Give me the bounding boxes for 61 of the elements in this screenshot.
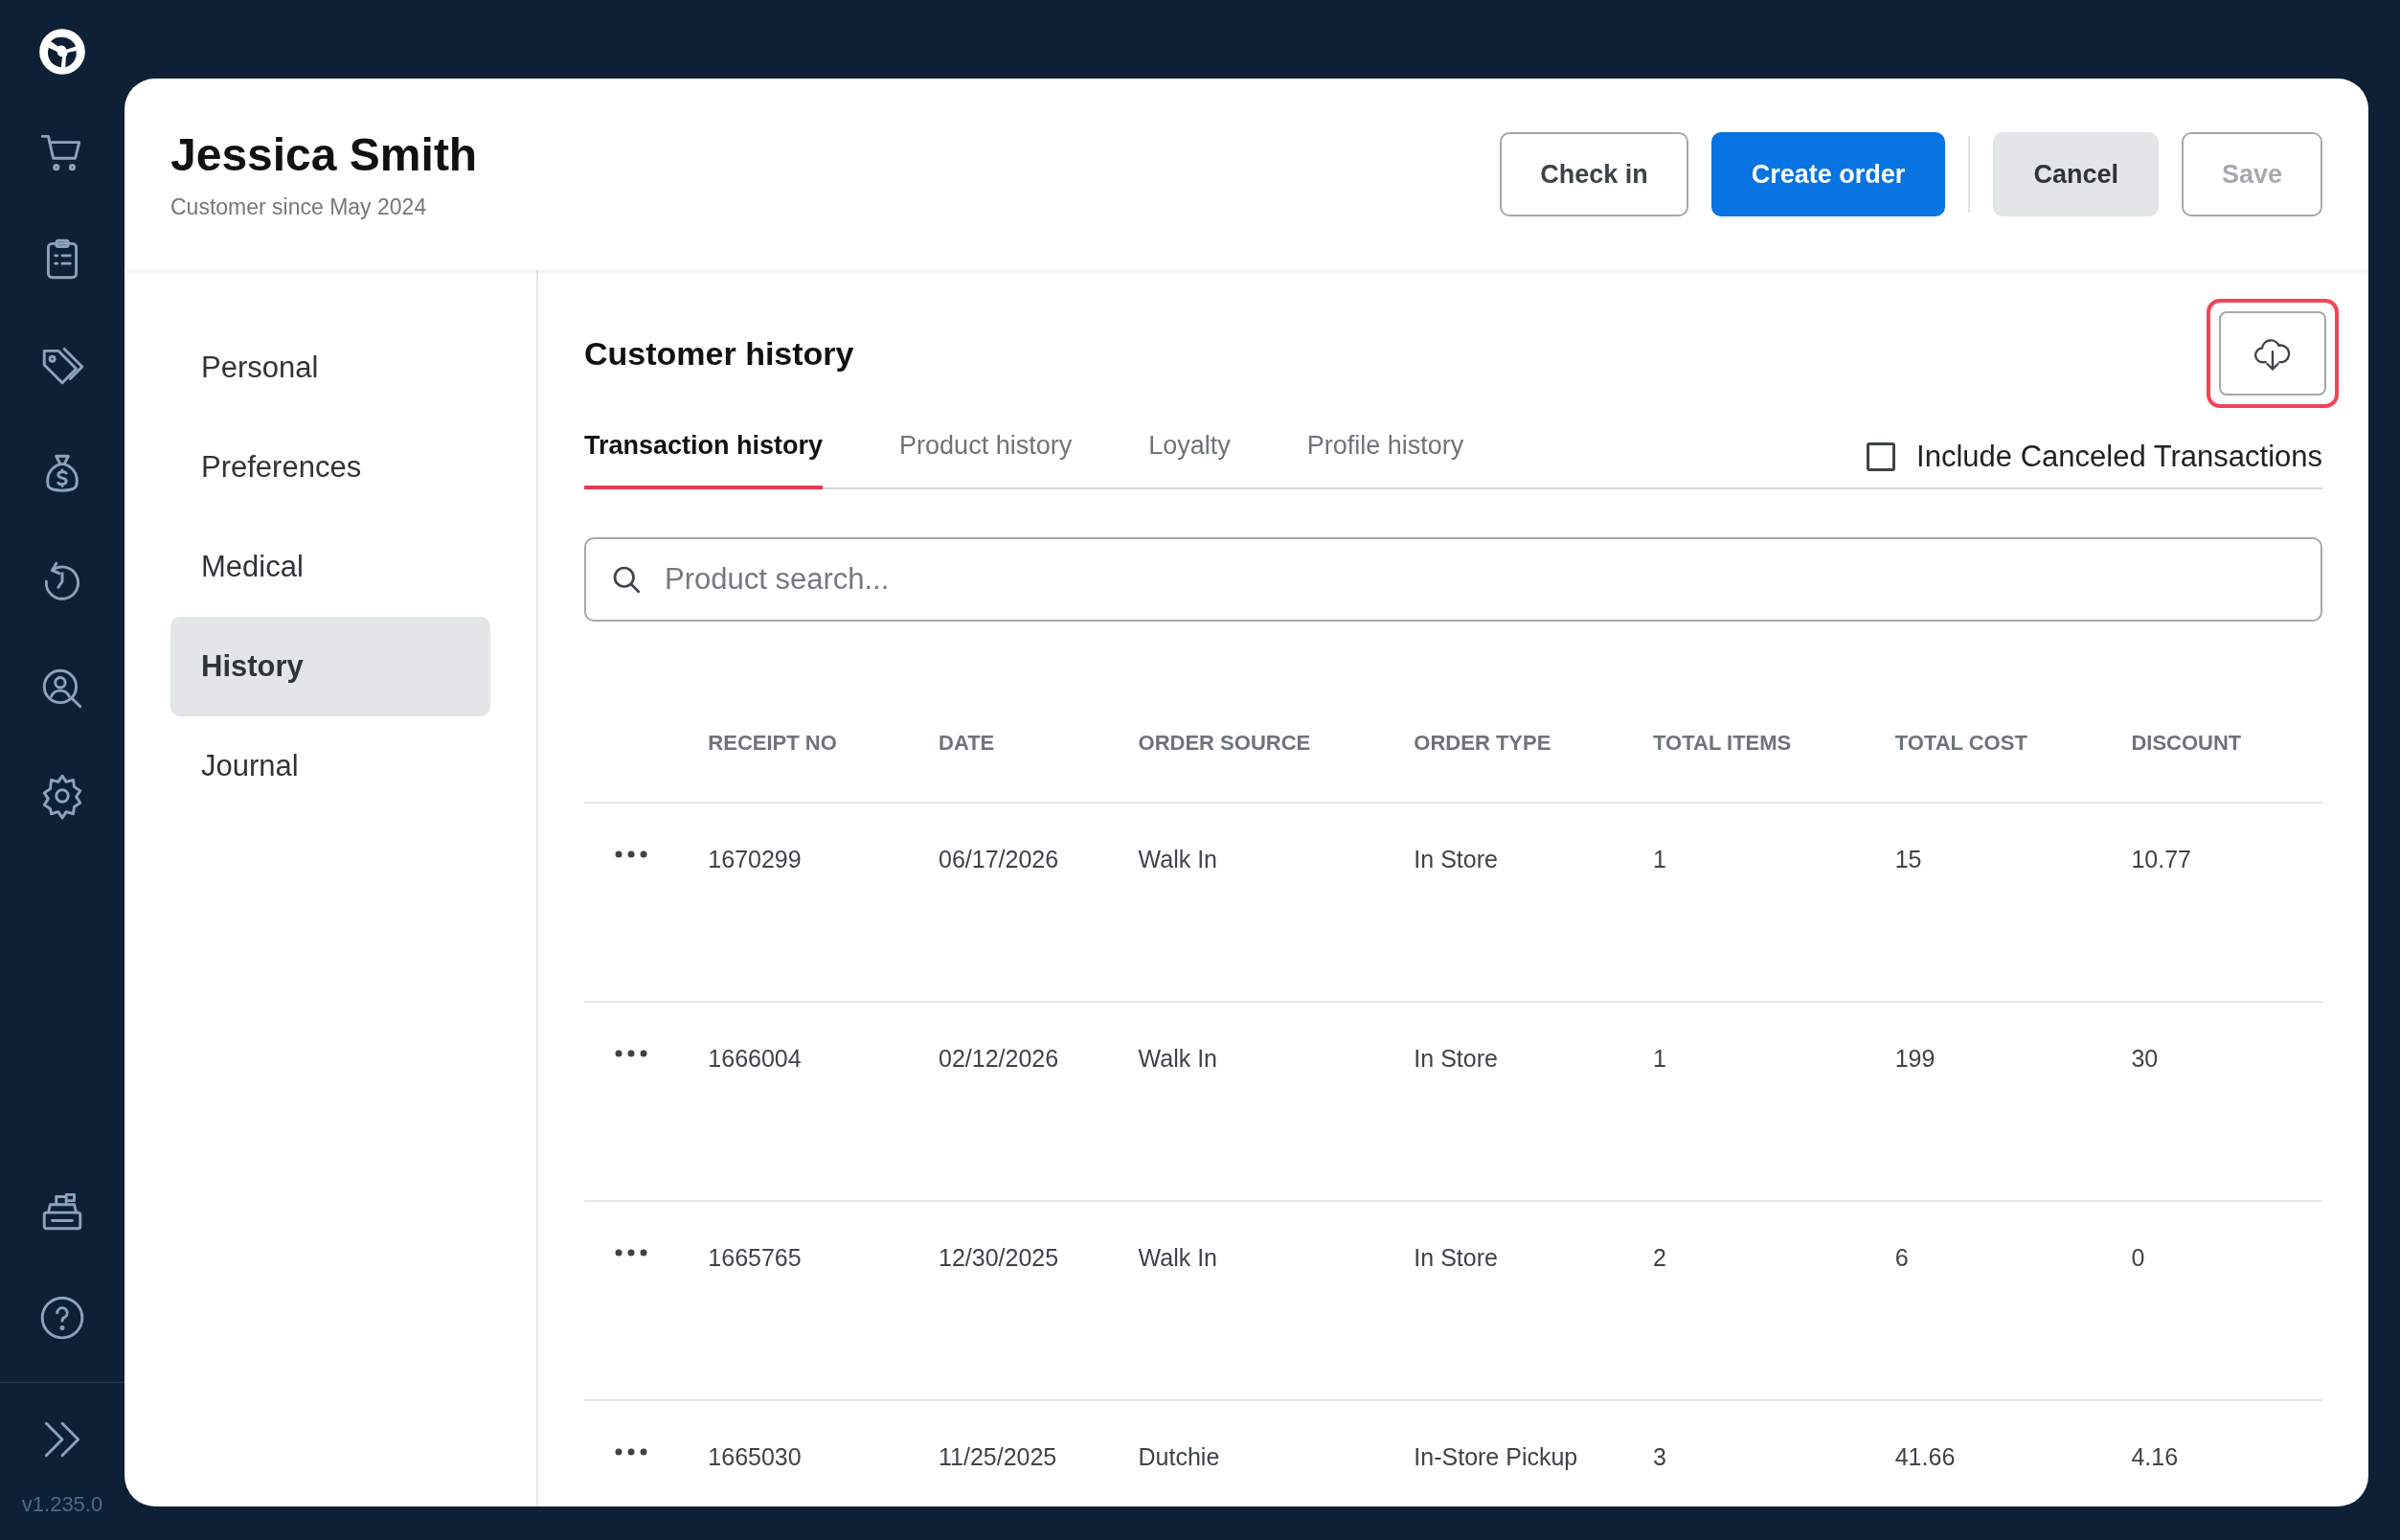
column-header: TOTAL ITEMS (1653, 731, 1792, 755)
table-cell: 06/17/2026 (939, 846, 1059, 872)
column-header: RECEIPT NO (708, 731, 837, 755)
nav-item[interactable]: History (170, 617, 490, 716)
table-cell: 02/12/2026 (939, 1045, 1059, 1072)
table-cell: 0 (2131, 1244, 2145, 1271)
create-order-button[interactable]: Create order (1710, 132, 1946, 216)
nav-item[interactable]: Medical (170, 517, 490, 617)
table-cell: 1 (1653, 846, 1666, 872)
table-cell: 41.66 (1894, 1443, 1956, 1470)
tab[interactable]: Product history (899, 423, 1073, 489)
table-cell: 12/30/2025 (939, 1244, 1059, 1271)
download-button[interactable] (2219, 311, 2326, 396)
customer-name: Jessica Smith (170, 128, 479, 181)
tab[interactable]: Profile history (1306, 423, 1464, 489)
checkbox-label: Include Canceled Transactions (1916, 440, 2322, 474)
nav-item[interactable]: Personal (170, 318, 490, 418)
table-cell: Walk In (1138, 1045, 1217, 1072)
version-label: v1.235.0 (21, 1492, 103, 1517)
table-cell: 6 (1894, 1244, 1909, 1271)
more-icon[interactable] (614, 849, 648, 859)
nav-item[interactable]: Journal (170, 716, 490, 816)
tab[interactable]: Loyalty (1148, 423, 1231, 489)
column-header: ORDER SOURCE (1138, 731, 1311, 755)
table-cell: Walk In (1138, 1244, 1217, 1271)
table-cell: 1666004 (708, 1045, 802, 1072)
nav-item[interactable]: Preferences (170, 418, 490, 517)
table-cell: 2 (1653, 1244, 1666, 1271)
table-cell: 1 (1653, 1045, 1666, 1072)
table-cell: 10.77 (2131, 846, 2191, 872)
more-icon[interactable] (614, 1447, 648, 1457)
tab[interactable]: Transaction history (584, 423, 824, 489)
more-icon[interactable] (614, 1049, 648, 1058)
help-icon[interactable] (38, 1294, 86, 1342)
column-header: TOTAL COST (1894, 731, 2027, 755)
table-cell: 4.16 (2131, 1443, 2179, 1470)
table-cell: 1665030 (708, 1443, 802, 1470)
column-header: ORDER TYPE (1414, 731, 1551, 755)
table-cell: 15 (1894, 846, 1922, 872)
header-button[interactable]: Check in (1500, 132, 1688, 216)
customer-since: Customer since May 2024 (170, 194, 428, 220)
search-field[interactable]: Product search... (584, 537, 2322, 622)
table-cell: 1665765 (708, 1244, 802, 1271)
table-cell: In Store (1414, 1045, 1498, 1072)
table-cell: 11/25/2025 (939, 1443, 1057, 1470)
table-cell: 3 (1653, 1443, 1666, 1470)
logo-icon[interactable] (37, 27, 87, 77)
table-cell: In Store (1414, 1244, 1498, 1271)
table-cell: Walk In (1138, 846, 1217, 872)
section-title: Customer history (584, 334, 854, 373)
column-header: DISCOUNT (2131, 731, 2242, 755)
table-cell: 30 (2131, 1045, 2159, 1072)
checkbox[interactable] (1867, 442, 1896, 471)
table-cell: Dutchie (1138, 1443, 1220, 1470)
table-cell: In Store (1414, 846, 1498, 872)
more-icon[interactable] (614, 1248, 648, 1257)
table-cell: 199 (1894, 1045, 1936, 1072)
table-cell: In-Store Pickup (1414, 1443, 1578, 1470)
table-cell: 1670299 (708, 846, 802, 872)
column-header: DATE (939, 731, 995, 755)
header-button[interactable]: Cancel (1993, 132, 2159, 216)
